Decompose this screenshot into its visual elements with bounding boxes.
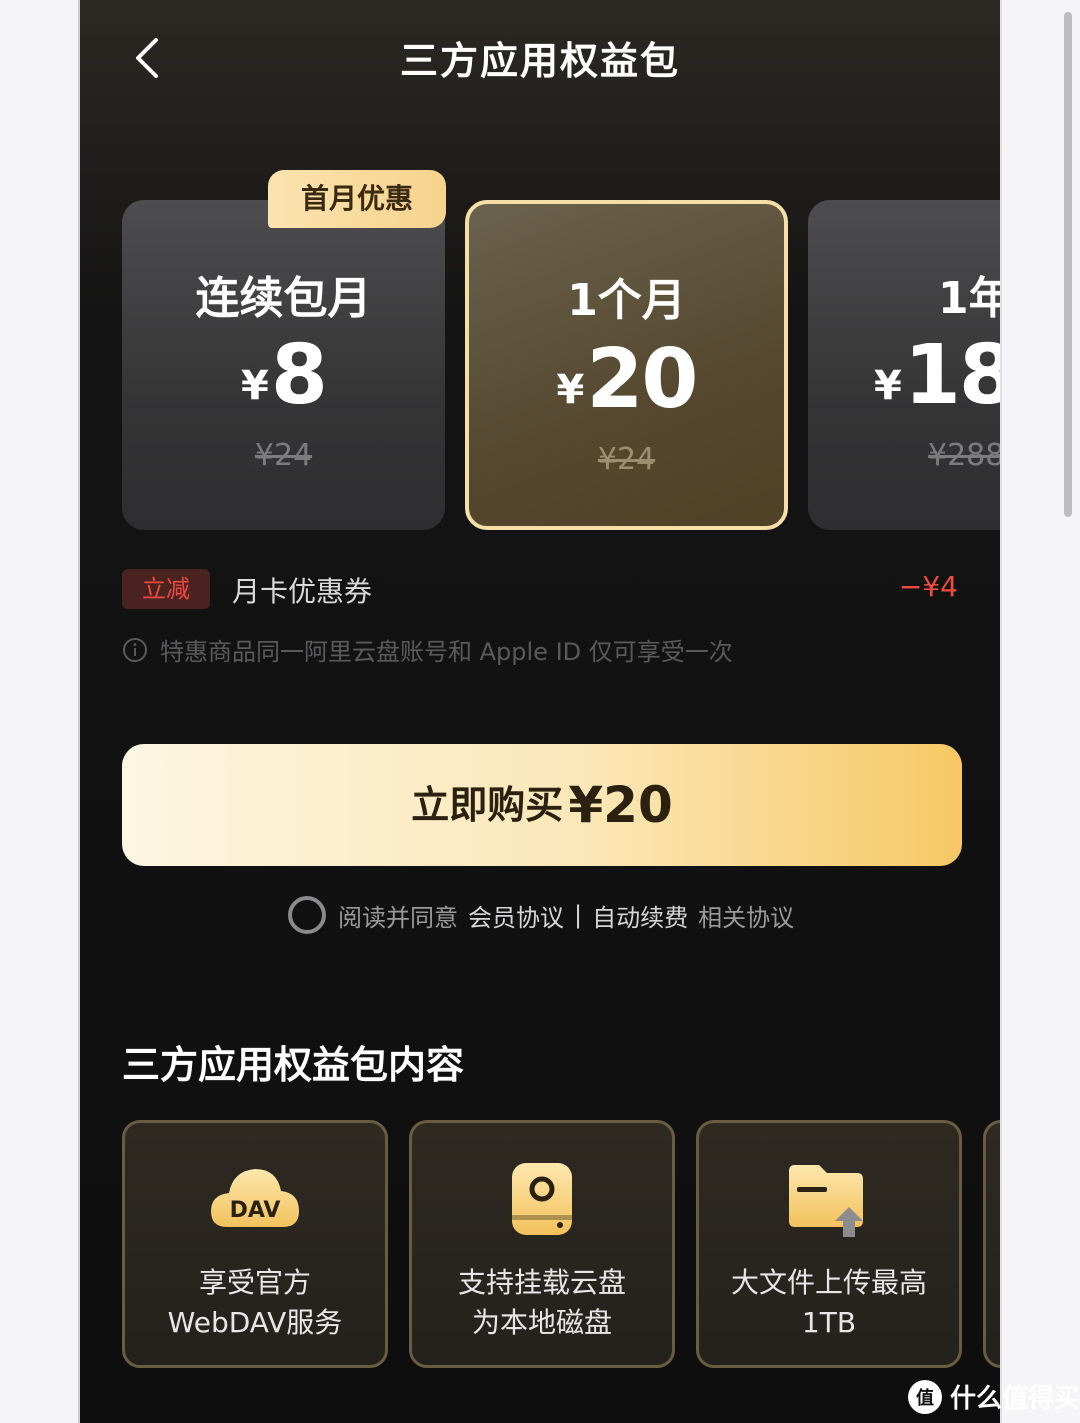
member-agreement-link[interactable]: 会员协议 <box>468 898 564 933</box>
hard-disk-icon <box>512 1163 572 1235</box>
feature-text: 享受官方 WebDAV服务 <box>125 1263 385 1343</box>
notice-text-row: 特惠商品同一阿里云盘账号和 Apple ID 仅可享受一次 <box>122 632 733 667</box>
watermark-logo-icon: 值 <box>908 1379 942 1414</box>
feature-card-clipped <box>983 1120 1000 1368</box>
related-agreement-link[interactable]: 相关协议 <box>698 898 794 933</box>
feature-line-1: 支持挂载云盘 <box>457 1266 626 1299</box>
buy-now-button[interactable]: 立即购买 ¥20 <box>122 744 962 866</box>
buy-label: 立即购买 <box>411 783 564 827</box>
feature-card-webdav: DAV 享受官方 WebDAV服务 <box>122 1120 388 1368</box>
price-value: 20 <box>586 332 698 427</box>
feature-card-mount-disk: 支持挂载云盘 为本地磁盘 <box>409 1120 675 1368</box>
feature-line-2: WebDAV服务 <box>167 1306 343 1339</box>
original-price: ¥24 <box>597 442 656 477</box>
dav-cloud-icon: DAV <box>211 1169 299 1227</box>
currency-symbol: ¥ <box>556 367 585 413</box>
notice-text: 特惠商品同一阿里云盘账号和 Apple ID 仅可享受一次 <box>160 638 733 666</box>
original-price: ¥24 <box>254 438 313 473</box>
plan-name: 连续包月 <box>195 273 372 324</box>
coupon-amount: −¥4 <box>898 570 958 603</box>
agreement-row: 阅读并同意 会员协议 | 自动续费 相关协议 <box>288 896 794 934</box>
plan-price: ¥8 <box>122 328 445 423</box>
coupon-label: 月卡优惠券 <box>232 575 373 608</box>
auto-renew-link[interactable]: 自动续费 <box>592 898 688 933</box>
price-value: 8 <box>270 328 328 423</box>
plan-price: ¥18 <box>808 328 1000 423</box>
feature-card-large-upload: 大文件上传最高 1TB <box>696 1120 962 1368</box>
feature-text: 支持挂载云盘 为本地磁盘 <box>412 1263 672 1343</box>
watermark: 值 什么值得买 <box>908 1378 1080 1415</box>
plan-card-one-year[interactable]: 1年 ¥18 ¥288 <box>808 200 1002 530</box>
price-value: 18 <box>903 328 1000 423</box>
folder-upload-icon <box>789 1165 863 1237</box>
plan-price: ¥20 <box>469 332 784 427</box>
original-price: ¥288 <box>928 438 1002 473</box>
svg-text:DAV: DAV <box>230 1198 281 1223</box>
currency-symbol: ¥ <box>874 363 902 409</box>
page-title: 三方应用权益包 <box>399 39 680 83</box>
watermark-text: 什么值得买 <box>950 1384 1080 1414</box>
discount-tag: 立减 <box>122 569 210 609</box>
feature-line-1: 享受官方 <box>198 1266 311 1299</box>
plan-name: 1年 <box>938 273 1000 324</box>
plan-name: 1个月 <box>567 275 686 326</box>
buy-price: ¥20 <box>568 776 673 834</box>
plan-card-one-month[interactable]: 1个月 ¥20 ¥24 <box>465 200 788 530</box>
section-title: 三方应用权益包内容 <box>122 1043 465 1087</box>
scrollbar-thumb[interactable] <box>1064 12 1072 517</box>
info-icon <box>123 637 147 662</box>
plan-card-monthly-auto[interactable]: 连续包月 ¥8 ¥24 <box>122 200 445 530</box>
agreement-separator: | <box>574 901 583 929</box>
agree-prefix: 阅读并同意 <box>338 903 458 932</box>
agree-radio[interactable] <box>288 896 326 934</box>
feature-line-2: 1TB <box>801 1306 857 1339</box>
feature-line-2: 为本地磁盘 <box>471 1306 612 1339</box>
feature-text: 大文件上传最高 1TB <box>699 1263 959 1343</box>
app-screen: 三方应用权益包 连续包月 ¥8 ¥24 首月优惠 1个月 ¥20 ¥24 1年 … <box>78 0 1002 1423</box>
feature-line-1: 大文件上传最高 <box>730 1266 927 1299</box>
first-month-badge: 首月优惠 <box>268 170 446 228</box>
currency-symbol: ¥ <box>241 363 269 409</box>
